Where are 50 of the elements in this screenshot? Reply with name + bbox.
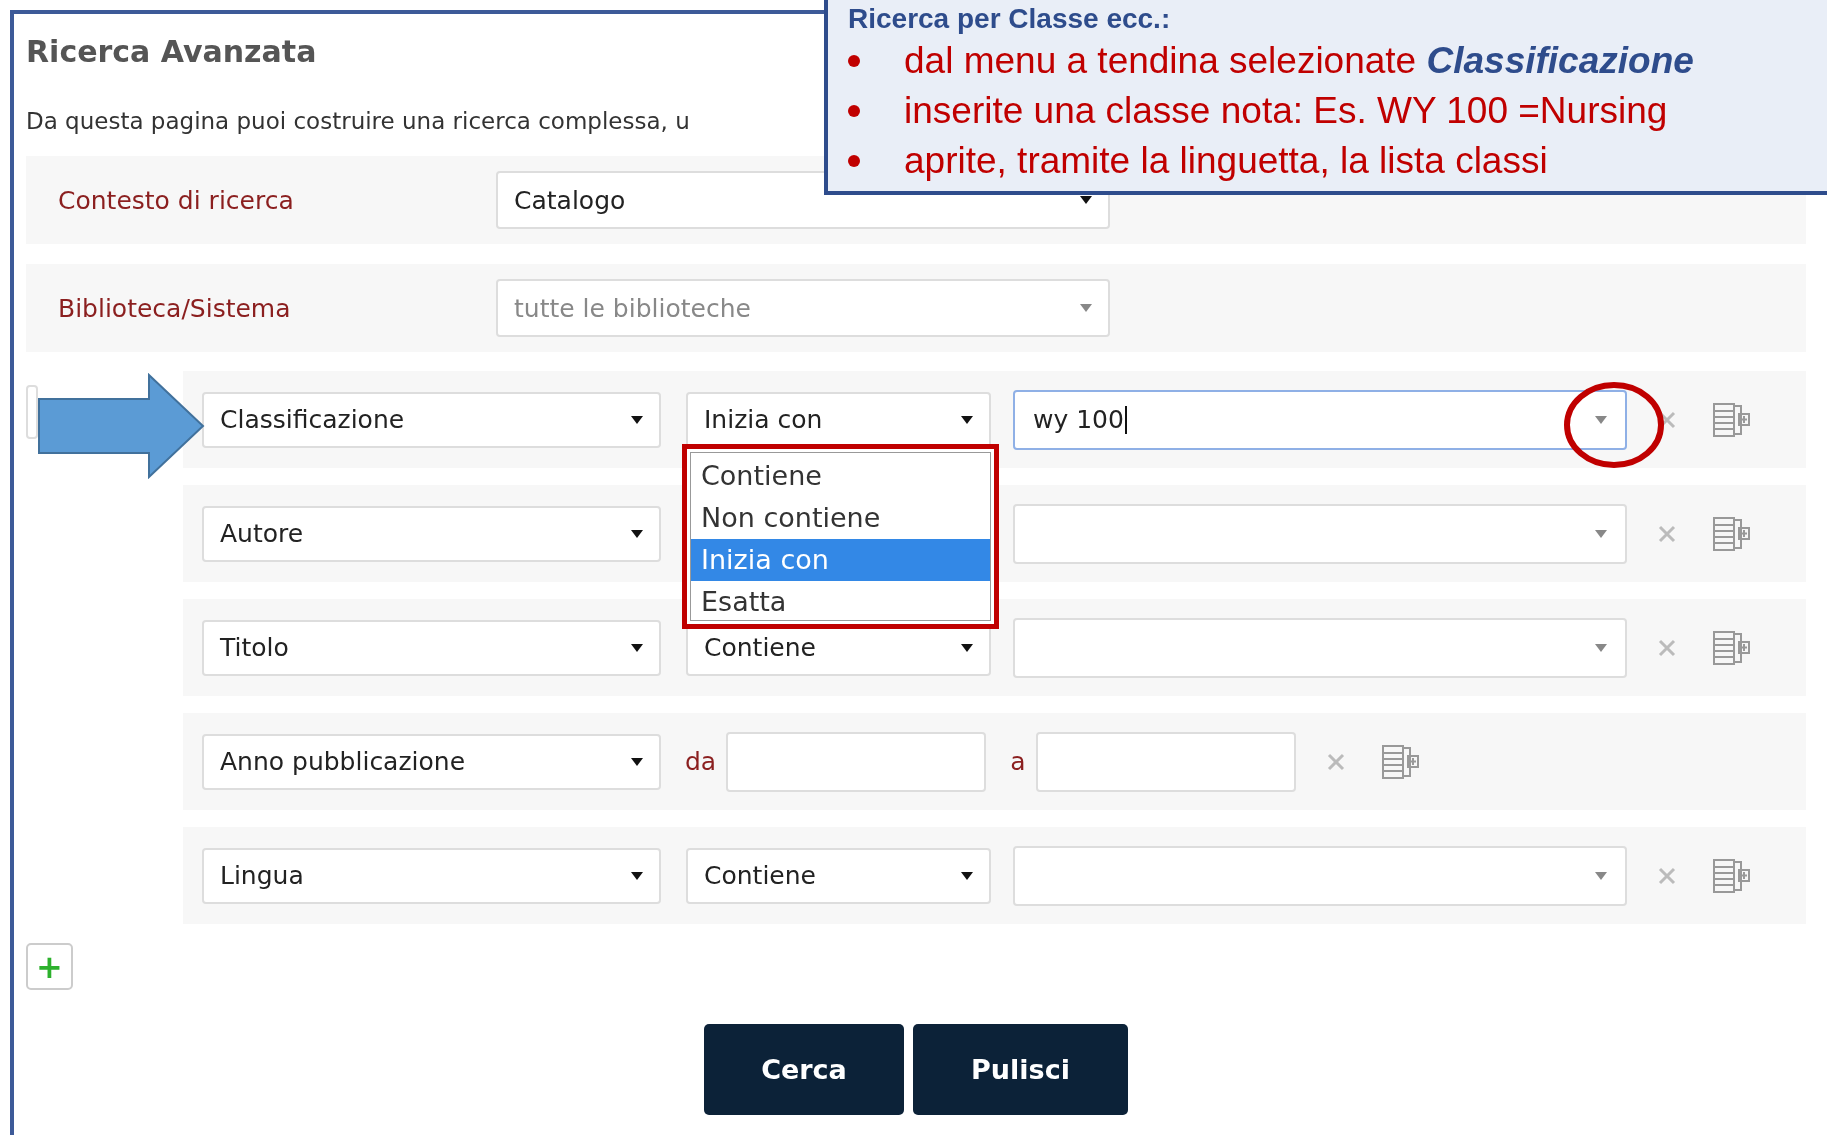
select-field[interactable]: tutte le biblioteche (496, 279, 1110, 337)
add-field-icon[interactable] (1713, 516, 1751, 551)
add-field-icon[interactable] (1713, 402, 1751, 437)
add-field-icon[interactable] (1713, 630, 1751, 665)
add-field-icon[interactable] (1713, 858, 1751, 893)
callout-text: dal menu a tendina selezionate Classificazione (904, 40, 1694, 82)
search-input[interactable] (1013, 503, 1627, 564)
dropdown-option[interactable]: Inizia con (691, 539, 990, 581)
input-value: wy 100 (1033, 405, 1127, 434)
dropdown-option[interactable]: Contiene (691, 455, 990, 497)
caret-icon (631, 414, 643, 425)
field-select[interactable]: Classificazione (202, 391, 661, 448)
search-button[interactable]: Cerca (704, 1024, 904, 1115)
dropdown-option[interactable]: Non contiene (691, 497, 990, 539)
bullet-icon (848, 55, 860, 67)
clear-button[interactable]: Pulisci (913, 1024, 1128, 1115)
caret-icon (631, 756, 643, 767)
caret-icon (1595, 528, 1607, 539)
caret-icon (1595, 870, 1607, 881)
range-label: da (685, 747, 717, 776)
input-field[interactable] (1035, 731, 1296, 792)
caret-icon (1595, 414, 1607, 425)
page-description: Da questa pagina puoi costruire una ricerca complessa, u (26, 107, 690, 136)
callout-title: Ricerca per Classe ecc.: (848, 2, 1172, 36)
page-title: Ricerca Avanzata (26, 33, 317, 71)
caret-icon (961, 642, 973, 653)
caret-icon (1080, 303, 1092, 313)
caret-icon (631, 528, 643, 539)
add-field-icon[interactable] (1381, 744, 1420, 779)
search-input[interactable] (1013, 617, 1627, 678)
field-select[interactable]: Lingua (202, 847, 661, 904)
callout-text: inserite una classe nota: Es. WY 100 =Nursing (904, 90, 1668, 132)
bullet-icon (848, 155, 860, 167)
search-input[interactable] (1013, 845, 1627, 906)
range-label: a (1010, 747, 1026, 776)
field-select[interactable]: Titolo (202, 619, 661, 676)
field-label: Biblioteca/Sistema (57, 293, 292, 323)
caret-icon (1595, 642, 1607, 653)
field-select[interactable]: Anno pubblicazione (202, 733, 661, 790)
select-field[interactable] (26, 385, 38, 439)
caret-icon (631, 870, 643, 881)
bullet-icon (848, 105, 860, 117)
field-select[interactable]: Autore (202, 505, 661, 562)
caret-icon (961, 414, 973, 425)
search-input[interactable]: wy 100 (1013, 389, 1627, 450)
input-field[interactable] (726, 731, 987, 792)
operator-select[interactable]: Contiene (686, 847, 991, 904)
field-label: Contesto di ricerca (57, 185, 295, 215)
caret-icon (631, 642, 643, 653)
caret-icon (961, 870, 973, 881)
